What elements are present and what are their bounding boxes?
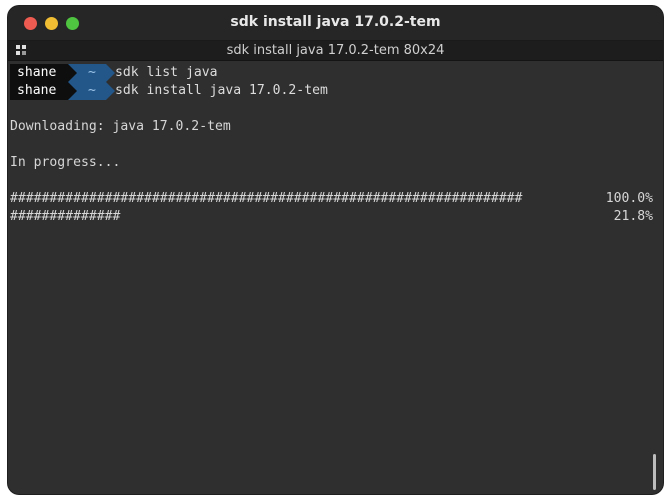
terminal-content[interactable]: shane ~ sdk list java shane ~ sdk instal… [10,60,663,494]
prompt-dir: ~ [78,64,106,82]
prompt-dir: ~ [78,82,106,100]
progress-percent: 100.0% [605,191,653,206]
window-title: sdk install java 17.0.2-tem [230,14,441,30]
prompt-user: shane [10,64,68,82]
tab-title[interactable]: sdk install java 17.0.2-tem 80x24 [8,43,663,58]
prompt-command: sdk list java [115,65,218,80]
tab-bar: sdk install java 17.0.2-tem 80x24 [8,41,663,61]
prompt-separator-icon [68,64,78,82]
title-bar[interactable]: sdk install java 17.0.2-tem [8,6,663,41]
prompt-line: shane ~ sdk list java [10,64,410,82]
prompt-user: shane [10,82,68,100]
prompt-command: sdk install java 17.0.2-tem [115,83,328,98]
output-progress-text: In progress... [10,155,121,170]
prompt-separator-icon [68,82,78,100]
output-downloading: Downloading: java 17.0.2-tem [10,119,231,134]
terminal-window: sdk install java 17.0.2-tem sdk install … [8,6,663,494]
prompt-line: shane ~ sdk install java 17.0.2-tem [10,82,410,100]
scrollbar-thumb[interactable] [653,454,656,490]
progress-percent: 21.8% [613,209,653,224]
